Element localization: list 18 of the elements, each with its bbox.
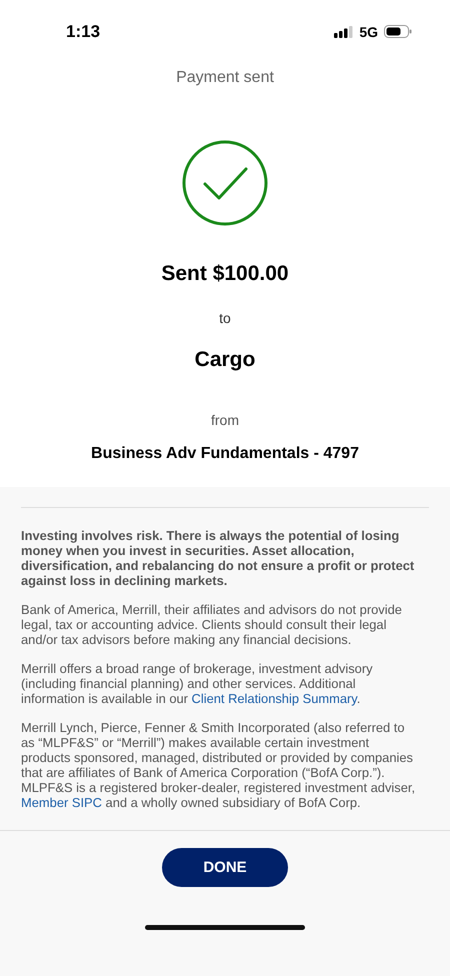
done-button[interactable]: DONE	[162, 848, 288, 887]
signal-icon	[334, 26, 354, 38]
disclosure-text: Bank of America, Merrill, their affiliates and advisors do not provide legal, tax or accounting advice. Clients should consult their legal and/or tax advisors before making any financial decisions.	[21, 602, 403, 647]
disclosure-text: Merrill offers a broad range of brokerage, investment advisory (including financial planning) and other services. Additional information is available in our Client Relationship Summary.	[21, 661, 374, 706]
disclosure-link[interactable]: Client Relationship Summary	[192, 691, 357, 706]
to-label: to	[219, 310, 231, 326]
status-time: 1:13	[66, 22, 100, 42]
amount-text: Sent $100.00	[161, 262, 289, 286]
page-title: Payment sent	[176, 69, 274, 87]
battery-icon	[384, 25, 412, 38]
disclosure-text: Investing involves risk. There is always the potential of losing money when you invest in securities. Asset allocation, diversification, and rebalancing do not ensure a profit or protect against loss in declining markets.	[21, 528, 416, 588]
account-name: Business Adv Fundamentals - 4797	[91, 445, 359, 463]
checkmark-icon	[182, 140, 268, 226]
network-label: 5G	[359, 24, 378, 40]
disclosure-link[interactable]: Member SIPC	[21, 795, 102, 810]
disclosure-text: Merrill Lynch, Pierce, Fenner & Smith Incorporated (also referred to as “MLPF&S” or “Merrill”) makes available certain investment products sponsored, managed, distributed or provided by companies that are affiliates of Bank of America Corporation (“BofA Corp.”). MLPF&S is a registered broker-dealer, registered investment adviser, Member SIPC and a wholly owned subsidiary of BofA Corp.	[21, 720, 416, 810]
recipient-name: Cargo	[194, 348, 256, 372]
from-label: from	[211, 412, 239, 428]
